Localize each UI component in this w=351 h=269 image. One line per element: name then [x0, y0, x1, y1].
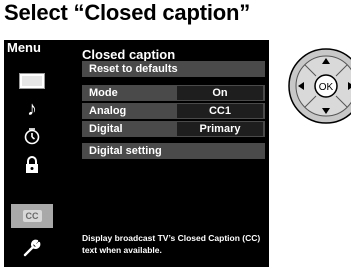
description-line-2: text when available. [82, 245, 162, 255]
tv-menu-screen: Menu ♪ CC Closed caption Reset to defaul… [4, 40, 269, 267]
sidebar-item-timer[interactable] [11, 124, 53, 148]
music-note-icon: ♪ [27, 98, 37, 120]
analog-row[interactable]: Analog CC1 [82, 103, 265, 119]
description-text: Display broadcast TV’s Closed Caption (C… [82, 232, 268, 256]
description-line-1: Display broadcast TV’s Closed Caption (C… [82, 233, 261, 243]
digital-row[interactable]: Digital Primary [82, 121, 265, 137]
analog-value[interactable]: CC1 [177, 104, 263, 118]
closed-caption-icon: CC [22, 210, 42, 222]
reset-to-defaults-button[interactable]: Reset to defaults [82, 61, 265, 77]
sidebar-item-closed-caption[interactable]: CC [11, 204, 53, 228]
mode-value[interactable]: On [177, 86, 263, 100]
digital-label: Digital [89, 123, 123, 135]
panel-title: Closed caption [82, 47, 176, 62]
page-heading: Select “Closed caption” [4, 0, 251, 25]
mode-row[interactable]: Mode On [82, 85, 265, 101]
digital-value[interactable]: Primary [177, 122, 263, 136]
digital-setting-button[interactable]: Digital setting [82, 143, 265, 159]
analog-label: Analog [89, 105, 127, 117]
menu-title: Menu [7, 40, 41, 55]
sidebar-item-audio[interactable]: ♪ [11, 97, 53, 121]
sidebar-item-lock[interactable] [11, 153, 53, 177]
lock-icon [26, 156, 38, 173]
ok-label: OK [319, 82, 334, 93]
reset-label: Reset to defaults [89, 63, 178, 75]
sidebar-item-setup[interactable] [11, 236, 53, 260]
mode-label: Mode [89, 87, 118, 99]
picture-icon [19, 73, 45, 89]
sidebar-item-picture[interactable] [11, 69, 53, 93]
remote-dpad-icon: OK [288, 48, 351, 124]
digital-setting-label: Digital setting [89, 145, 162, 157]
timer-icon [24, 128, 40, 145]
wrench-icon [23, 239, 41, 257]
